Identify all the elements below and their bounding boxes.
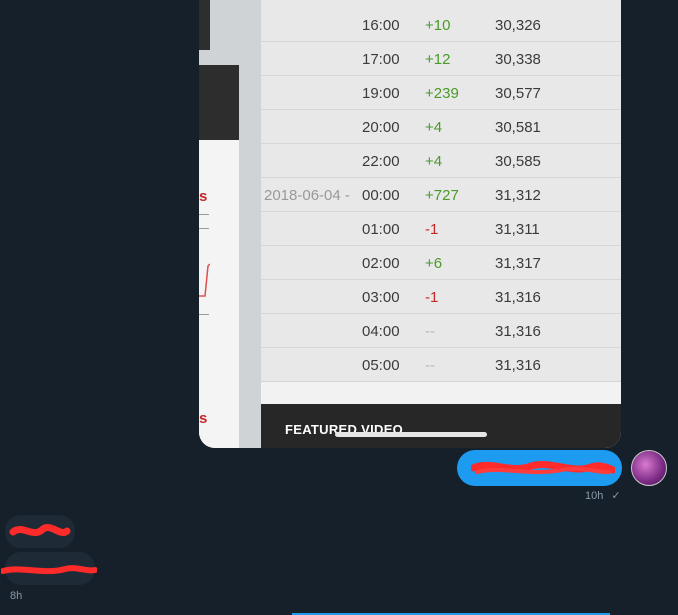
cell-time: 01:00 (362, 221, 400, 238)
dark-block (199, 65, 239, 140)
cell-total: 30,585 (495, 153, 541, 170)
cropped-side-panel: s s (199, 0, 261, 448)
cell-delta: +727 (425, 187, 459, 204)
shared-screenshot[interactable]: s s 16:00 +10 30,326 17:00 +12 30,338 19:00 +23… (199, 0, 621, 448)
received-message-bubble[interactable] (5, 515, 75, 548)
divider (199, 214, 209, 215)
sent-message-meta: 10h ✓ (585, 489, 621, 502)
cell-delta: -- (425, 323, 435, 340)
sent-time: 10h (585, 490, 604, 502)
sparkline-fragment (199, 263, 210, 297)
cell-time: 05:00 (362, 357, 400, 374)
cell-time: 03:00 (362, 289, 400, 306)
cell-total: 31,312 (495, 187, 541, 204)
dark-block (199, 0, 210, 50)
received-message-bubble[interactable] (1, 552, 97, 585)
cell-delta: -1 (425, 221, 439, 238)
cell-delta: +4 (425, 153, 443, 170)
partial-heading: s (199, 188, 208, 205)
cell-delta: -1 (425, 289, 439, 306)
cell-total: 31,316 (495, 323, 541, 340)
cell-total: 30,577 (495, 85, 541, 102)
cell-total: 31,316 (495, 289, 541, 306)
cell-delta: +6 (425, 255, 443, 272)
table-row: 17:00 +12 30,338 (261, 42, 621, 76)
cell-time: 20:00 (362, 119, 400, 136)
cell-delta: +12 (425, 51, 451, 68)
sent-message-bubble[interactable] (457, 450, 622, 486)
cell-delta: -- (425, 357, 435, 374)
divider (199, 228, 209, 229)
cell-total: 31,311 (495, 221, 540, 238)
table-row: 05:00 -- 31,316 (261, 348, 621, 382)
featured-video-bar[interactable]: FEATURED VIDEO (261, 404, 621, 448)
table-row: 02:00 +6 31,317 (261, 246, 621, 280)
table-row: 20:00 +4 30,581 (261, 110, 621, 144)
table-row: 19:00 +239 30,577 (261, 76, 621, 110)
received-time: 8h (10, 590, 23, 602)
divider (199, 314, 209, 315)
table-row: 16:00 +10 30,326 (261, 8, 621, 42)
cell-delta: +239 (425, 85, 459, 102)
cell-total: 30,581 (495, 119, 541, 136)
redaction-scribble (1, 565, 97, 575)
cell-time: 04:00 (362, 323, 400, 340)
cell-total: 30,338 (495, 51, 541, 68)
table-row: 04:00 -- 31,316 (261, 314, 621, 348)
avatar[interactable] (631, 450, 667, 486)
cell-time: 02:00 (362, 255, 400, 272)
cell-delta: +4 (425, 119, 443, 136)
table-row: 01:00 -1 31,311 (261, 212, 621, 246)
table-row: 22:00 +4 30,585 (261, 144, 621, 178)
cell-total: 31,316 (495, 357, 541, 374)
redaction-scribble (471, 461, 615, 475)
cell-total: 30,326 (495, 17, 541, 34)
table-row: 2018-06-04 - 00:00 +727 31,312 (261, 178, 621, 212)
cell-date: 2018-06-04 - (264, 187, 350, 204)
cell-time: 22:00 (362, 153, 400, 170)
stats-table: 16:00 +10 30,326 17:00 +12 30,338 19:00 +239 30,… (261, 0, 621, 382)
cell-total: 31,317 (495, 255, 541, 272)
table-row: 03:00 -1 31,316 (261, 280, 621, 314)
redaction-scribble (9, 524, 71, 537)
cell-delta: +10 (425, 17, 451, 34)
cell-time: 17:00 (362, 51, 400, 68)
check-icon: ✓ (611, 490, 621, 502)
cell-time: 16:00 (362, 17, 400, 34)
cell-time: 19:00 (362, 85, 400, 102)
home-indicator (335, 432, 487, 437)
cell-time: 00:00 (362, 187, 400, 204)
partial-heading: s (199, 410, 208, 427)
